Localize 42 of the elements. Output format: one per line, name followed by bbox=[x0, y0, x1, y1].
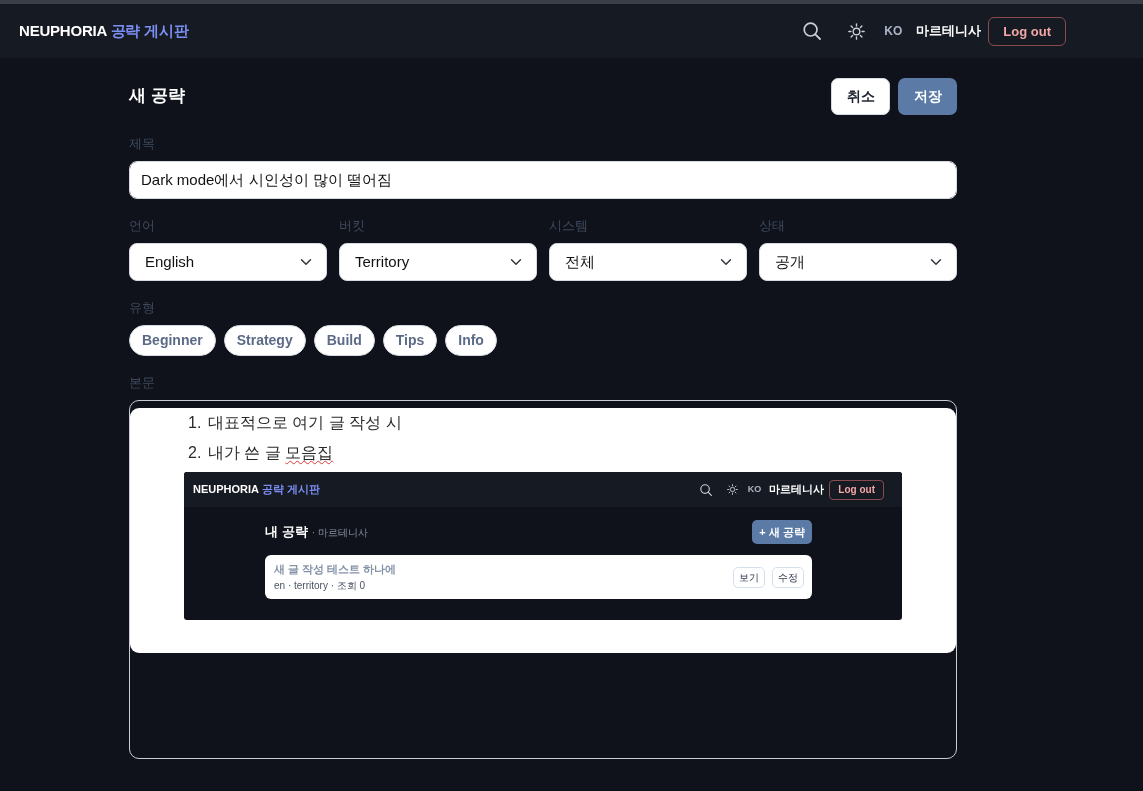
page-title: 새 공략 bbox=[129, 86, 185, 107]
field-label: 제목 bbox=[129, 135, 155, 153]
logout-button: Log out bbox=[829, 479, 884, 500]
field-label: 버킷 bbox=[339, 217, 365, 235]
type-chip[interactable]: Tips bbox=[382, 325, 438, 356]
cancel-button[interactable]: 취소 bbox=[831, 78, 890, 115]
editor-field[interactable]: 1. 대표적으로 여기 글 작성 시 2. 내가 쓴 글 모음집 NEUPHORIA 공략 게시판 KO 마르테니사 Log out 내 공략 · 마르테니사 + 새 공략 새 글 작성 테스트 하나에 en · territory · 조회 0 보기 수정 bbox=[129, 400, 957, 759]
select-dropdown[interactable]: Territory bbox=[339, 243, 537, 281]
username-label: 마르테니사 bbox=[916, 22, 982, 41]
list-item: 2. 내가 쓴 글 모음집 bbox=[188, 443, 335, 463]
sun-icon[interactable] bbox=[848, 22, 866, 40]
section-title: 내 공략 bbox=[265, 523, 308, 542]
type-chip[interactable]: Strategy bbox=[223, 325, 306, 356]
new-post-button: + 새 공략 bbox=[752, 520, 812, 544]
search-icon bbox=[699, 483, 712, 496]
field-label: 시스템 bbox=[549, 217, 588, 235]
list-item: 1. 대표적으로 여기 글 작성 시 bbox=[188, 413, 403, 433]
title-input[interactable]: Dark mode에서 시인성이 많이 떨어짐 bbox=[129, 161, 957, 199]
field-label: 본문 bbox=[129, 374, 155, 392]
post-meta: en · territory · 조회 0 bbox=[274, 579, 367, 592]
sun-icon bbox=[726, 484, 738, 495]
language-label: KO bbox=[747, 482, 762, 496]
type-chip[interactable]: Info bbox=[445, 325, 497, 356]
save-button[interactable]: 저장 bbox=[898, 78, 957, 115]
post-title: 새 글 작성 테스트 하나에 bbox=[274, 562, 397, 576]
logout-button[interactable]: Log out bbox=[988, 16, 1066, 46]
select-dropdown[interactable]: 전체 bbox=[549, 243, 747, 281]
type-chip[interactable]: Build bbox=[313, 325, 375, 356]
language-label[interactable]: KO bbox=[884, 22, 903, 40]
brand-logo[interactable]: NEUPHORIA 공략 게시판 bbox=[19, 19, 189, 43]
search-icon[interactable] bbox=[803, 22, 822, 40]
view-button: 보기 bbox=[733, 566, 765, 588]
edit-button: 수정 bbox=[772, 566, 804, 588]
select-dropdown[interactable]: English bbox=[129, 243, 327, 281]
field-label: 상태 bbox=[759, 217, 785, 235]
type-chip[interactable]: Beginner bbox=[129, 325, 216, 356]
field-label: 언어 bbox=[129, 217, 155, 235]
select-dropdown[interactable]: 공개 bbox=[759, 243, 957, 281]
field-label: 유형 bbox=[129, 299, 155, 317]
username-label: 마르테니사 bbox=[769, 482, 825, 498]
author-label: · 마르테니사 bbox=[311, 526, 368, 541]
brand-logo: NEUPHORIA 공략 게시판 bbox=[193, 482, 320, 498]
